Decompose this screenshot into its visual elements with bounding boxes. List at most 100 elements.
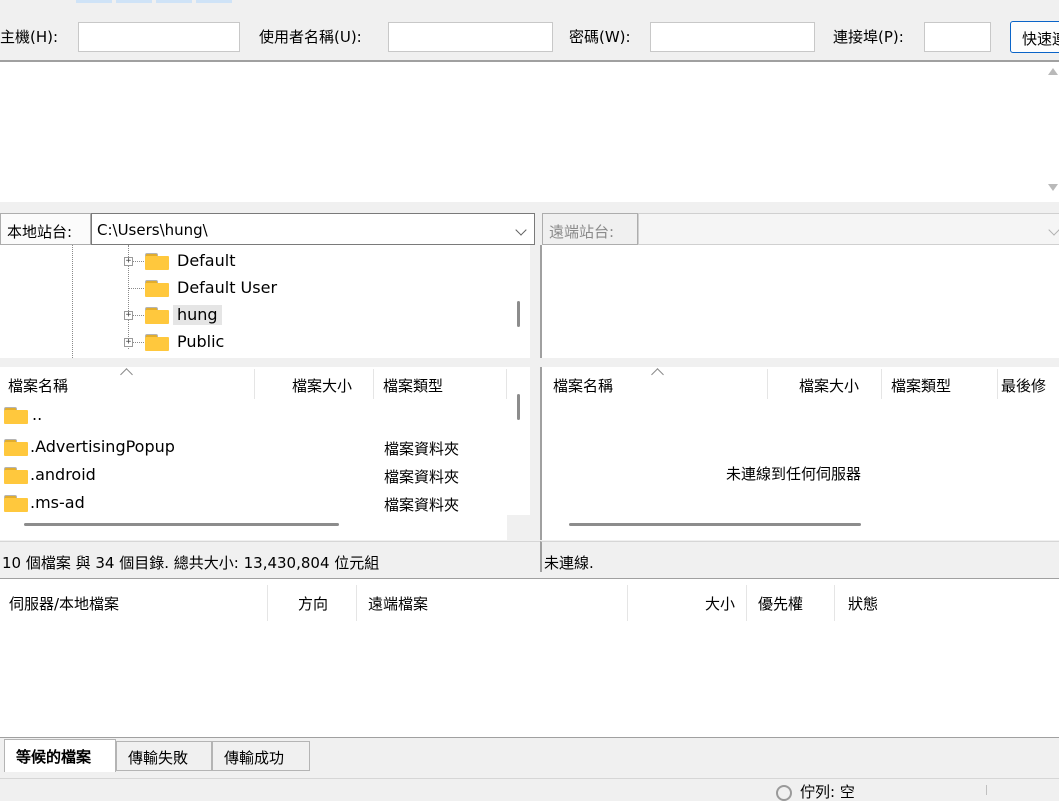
file-name: .android	[30, 465, 96, 484]
file-row-parent[interactable]: ..	[0, 402, 520, 430]
file-row[interactable]: .android 檔案資料夾	[0, 462, 520, 490]
remote-status-text: 未連線.	[540, 541, 1059, 572]
file-name: .AdvertisingPopup	[30, 437, 175, 456]
tree-guide-line	[129, 288, 144, 289]
scroll-down-icon[interactable]	[1048, 184, 1058, 191]
toolbar-button-fragment	[196, 0, 232, 3]
chevron-down-icon	[1048, 224, 1059, 236]
column-divider[interactable]	[356, 585, 357, 621]
message-log-scrollbar[interactable]	[1045, 62, 1059, 202]
column-remote-file[interactable]: 遠端檔案	[368, 593, 428, 614]
folder-icon	[145, 280, 169, 297]
chevron-down-icon[interactable]	[515, 224, 527, 236]
not-connected-message: 未連線到任何伺服器	[726, 465, 862, 483]
column-status[interactable]: 狀態	[848, 593, 878, 614]
hscroll-thumb[interactable]	[569, 523, 861, 526]
local-directory-tree[interactable]: + Default Default User + hung + Public	[0, 245, 530, 358]
column-filesize[interactable]: 檔案大小	[799, 375, 859, 396]
column-divider[interactable]	[506, 369, 507, 399]
folder-icon	[4, 467, 28, 484]
folder-icon	[145, 253, 169, 270]
splitter[interactable]	[530, 245, 540, 358]
local-path-value: C:\Users\hung\	[97, 221, 208, 239]
column-filesize[interactable]: 檔案大小	[292, 375, 352, 396]
quickconnect-button[interactable]: 快速連線	[1010, 21, 1059, 53]
expand-plus-icon[interactable]: +	[124, 311, 133, 320]
remote-list-hscroll-track[interactable]	[540, 515, 1059, 540]
local-list-hscroll-track[interactable]	[0, 515, 507, 540]
status-bar: 佇列: 空	[0, 778, 1059, 801]
remote-path-combobox	[638, 213, 1059, 245]
folder-icon	[4, 495, 28, 512]
column-priority[interactable]: 優先權	[758, 593, 803, 614]
splitter[interactable]	[0, 202, 1059, 212]
tree-scrollbar-thumb[interactable]	[517, 301, 520, 327]
column-filename[interactable]: 檔案名稱	[8, 375, 68, 396]
remote-file-list[interactable]: 檔案名稱 檔案大小 檔案類型 最後修 未連線到任何伺服器	[540, 367, 1059, 515]
folder-icon	[145, 334, 169, 351]
local-list-header: 檔案名稱 檔案大小 檔案類型	[0, 367, 530, 399]
column-direction[interactable]: 方向	[298, 593, 328, 614]
local-status-text: 10 個檔案 與 34 個目錄. 總共大小: 13,430,804 位元組	[0, 541, 540, 572]
column-divider[interactable]	[746, 585, 747, 621]
tab-successful-transfers[interactable]: 傳輸成功	[212, 741, 310, 771]
username-input[interactable]	[388, 22, 553, 52]
column-divider[interactable]	[267, 585, 268, 621]
file-type: 檔案資料夾	[384, 468, 460, 486]
expand-plus-icon[interactable]: +	[124, 257, 133, 266]
column-size[interactable]: 大小	[705, 593, 735, 614]
tree-item-label: hung	[173, 305, 222, 325]
sort-ascending-icon	[651, 368, 664, 381]
message-log[interactable]	[0, 62, 1059, 202]
sort-ascending-icon	[120, 368, 133, 381]
folder-icon	[145, 307, 169, 324]
tree-guide-line	[132, 315, 144, 316]
hscroll-thumb[interactable]	[24, 523, 339, 526]
column-lastmodified[interactable]: 最後修	[1001, 375, 1046, 396]
pane-border	[540, 245, 542, 358]
column-divider[interactable]	[627, 585, 628, 621]
tab-queued-files[interactable]: 等候的檔案	[4, 739, 116, 772]
transfer-queue[interactable]: 伺服器/本地檔案 方向 遠端檔案 大小 優先權 狀態	[0, 578, 1059, 738]
expand-plus-icon[interactable]: +	[124, 338, 133, 347]
toolbar-button-fragment	[116, 0, 152, 3]
tree-item-default-user[interactable]: Default User	[0, 275, 500, 301]
column-filename[interactable]: 檔案名稱	[553, 375, 613, 396]
tree-guide-line	[132, 261, 144, 262]
file-name: .ms-ad	[30, 493, 85, 512]
port-label: 連接埠(P):	[833, 28, 904, 46]
column-divider[interactable]	[834, 585, 835, 621]
tab-failed-transfers[interactable]: 傳輸失敗	[116, 741, 212, 771]
local-site-bar: 本地站台: C:\Users\hung\	[0, 213, 535, 245]
splitter[interactable]	[530, 367, 540, 540]
column-divider[interactable]	[997, 369, 998, 399]
folder-icon	[4, 439, 28, 456]
column-divider[interactable]	[254, 369, 255, 399]
tree-item-label: Default User	[177, 278, 278, 297]
tree-item-default[interactable]: + Default	[0, 248, 500, 274]
column-divider[interactable]	[767, 369, 768, 399]
local-file-list[interactable]: 檔案名稱 檔案大小 檔案類型 .. .AdvertisingPopup 檔案資料…	[0, 367, 530, 515]
splitter[interactable]	[0, 358, 1059, 367]
scroll-up-icon[interactable]	[1048, 68, 1058, 75]
quickconnect-bar: 主機(H): 使用者名稱(U): 密碼(W): 連接埠(P): 快速連線	[0, 6, 1059, 60]
column-filetype[interactable]: 檔案類型	[891, 375, 951, 396]
remote-directory-tree[interactable]	[540, 245, 1059, 358]
local-path-combobox[interactable]: C:\Users\hung\	[91, 213, 535, 245]
file-row[interactable]: .AdvertisingPopup 檔案資料夾	[0, 434, 520, 462]
column-filetype[interactable]: 檔案類型	[383, 375, 443, 396]
column-divider[interactable]	[373, 369, 374, 399]
host-input[interactable]	[78, 22, 240, 52]
tree-item-label: Public	[177, 332, 225, 351]
port-input[interactable]	[924, 22, 991, 52]
file-type: 檔案資料夾	[384, 496, 460, 514]
password-input[interactable]	[650, 22, 815, 52]
tree-item-hung[interactable]: + hung	[0, 302, 500, 328]
column-divider[interactable]	[881, 369, 882, 399]
file-row[interactable]: .ms-ad 檔案資料夾	[0, 490, 520, 515]
tree-item-public[interactable]: + Public	[0, 329, 500, 355]
status-bar-text: 佇列: 空	[800, 783, 855, 801]
column-server-local-file[interactable]: 伺服器/本地檔案	[9, 593, 119, 614]
splitter[interactable]	[0, 573, 1059, 577]
list-scrollbar-thumb[interactable]	[517, 394, 520, 420]
